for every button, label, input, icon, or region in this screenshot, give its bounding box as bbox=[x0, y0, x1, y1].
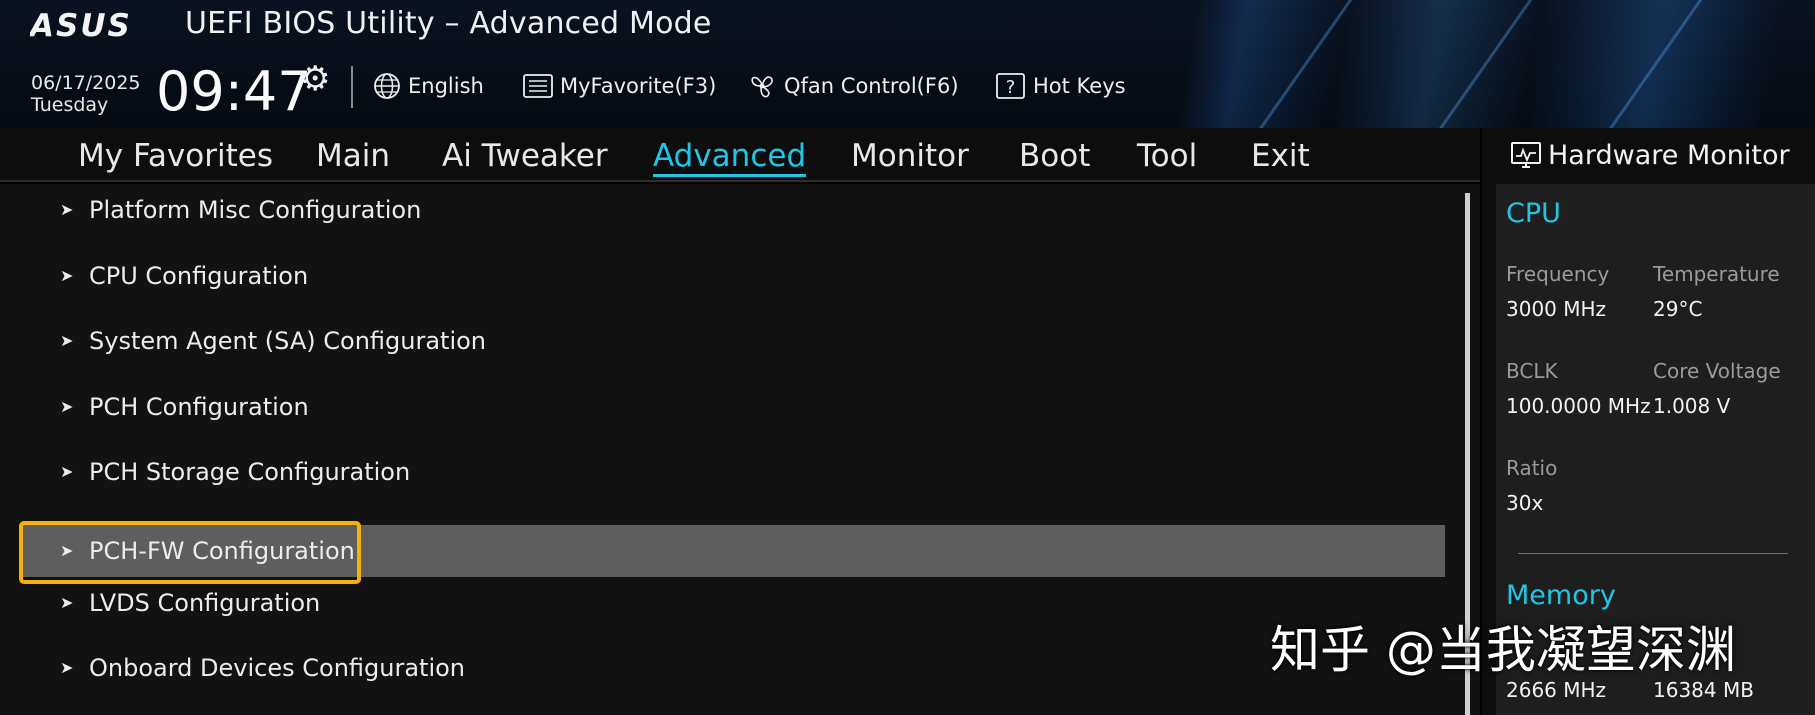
tab-ai-tweaker[interactable]: Ai Tweaker bbox=[442, 138, 608, 174]
core-voltage-value: 1.008 V bbox=[1653, 394, 1731, 418]
hot-keys-button[interactable]: ? Hot Keys bbox=[995, 72, 1126, 100]
menu-item-pch-storage[interactable]: ➤ PCH Storage Configuration bbox=[0, 446, 1445, 498]
clock: 09:47 bbox=[156, 60, 312, 123]
chevron-right-icon: ➤ bbox=[60, 266, 74, 285]
chevron-right-icon: ➤ bbox=[60, 397, 74, 416]
bclk-label: BCLK bbox=[1506, 359, 1558, 383]
menu-item-label: LVDS Configuration bbox=[89, 589, 321, 617]
language-label: English bbox=[408, 74, 484, 98]
asus-logo: ASUS bbox=[30, 10, 132, 40]
menu-item-onboard-devices[interactable]: ➤ Onboard Devices Configuration bbox=[0, 642, 1445, 694]
svg-text:?: ? bbox=[1006, 77, 1016, 98]
divider bbox=[351, 66, 353, 108]
chevron-right-icon: ➤ bbox=[60, 658, 74, 677]
chevron-right-icon: ➤ bbox=[60, 593, 74, 612]
language-button[interactable]: English bbox=[372, 72, 484, 100]
menu-item-lvds-configuration[interactable]: ➤ LVDS Configuration bbox=[0, 577, 1445, 629]
header-decoration bbox=[1242, 0, 1361, 128]
tab-tool[interactable]: Tool bbox=[1137, 138, 1197, 174]
cpu-frequency-value: 3000 MHz bbox=[1506, 297, 1607, 321]
fan-icon bbox=[751, 76, 773, 98]
chevron-right-icon: ➤ bbox=[60, 331, 74, 350]
tab-my-favorites[interactable]: My Favorites bbox=[78, 138, 273, 174]
menu-item-pch-configuration[interactable]: ➤ PCH Configuration bbox=[0, 381, 1445, 433]
gear-icon[interactable]: ⚙ bbox=[300, 62, 330, 96]
tab-advanced[interactable]: Advanced bbox=[653, 138, 807, 177]
section-divider bbox=[1518, 553, 1788, 554]
myfavorite-button[interactable]: MyFavorite(F3) bbox=[522, 72, 716, 100]
date-text: 06/17/2025 bbox=[31, 72, 141, 94]
date-display: 06/17/2025 Tuesday bbox=[31, 72, 141, 116]
tab-exit[interactable]: Exit bbox=[1251, 138, 1310, 174]
menu-item-label: Platform Misc Configuration bbox=[89, 196, 422, 224]
tab-boot[interactable]: Boot bbox=[1019, 138, 1090, 174]
cpu-frequency-label: Frequency bbox=[1506, 262, 1610, 286]
menu-item-label: PCH Configuration bbox=[89, 393, 309, 421]
ratio-label: Ratio bbox=[1506, 456, 1558, 480]
header-decoration bbox=[1422, 0, 1541, 128]
watermark-text: 知乎 @当我凝望深渊 bbox=[1270, 621, 1736, 679]
cpu-heading: CPU bbox=[1506, 198, 1561, 229]
ratio-value: 30x bbox=[1506, 491, 1544, 515]
qfan-control-button[interactable]: Qfan Control(F6) bbox=[746, 72, 959, 100]
globe-icon bbox=[374, 73, 400, 99]
tab-monitor[interactable]: Monitor bbox=[851, 138, 969, 174]
memory-heading: Memory bbox=[1506, 580, 1616, 611]
menu-item-label: System Agent (SA) Configuration bbox=[89, 327, 487, 355]
header-decoration bbox=[1592, 0, 1711, 128]
qfan-control-label: Qfan Control(F6) bbox=[784, 74, 959, 98]
selection-highlight bbox=[19, 521, 361, 584]
main-tab-bar: My Favorites Main Ai Tweaker Advanced Mo… bbox=[0, 128, 1480, 182]
question-icon: ? bbox=[996, 73, 1025, 99]
chevron-right-icon: ➤ bbox=[60, 462, 74, 481]
menu-item-cpu-configuration[interactable]: ➤ CPU Configuration bbox=[0, 250, 1445, 302]
svg-text:ASUS: ASUS bbox=[30, 10, 132, 40]
menu-item-platform-misc[interactable]: ➤ Platform Misc Configuration bbox=[0, 184, 1445, 236]
hot-keys-label: Hot Keys bbox=[1033, 74, 1126, 98]
header-bar: ASUS UEFI BIOS Utility – Advanced Mode 0… bbox=[0, 0, 1815, 128]
menu-item-label: PCH Storage Configuration bbox=[89, 458, 411, 486]
bclk-value: 100.0000 MHz bbox=[1506, 394, 1651, 418]
advanced-menu-list: ➤ Platform Misc Configuration ➤ CPU Conf… bbox=[0, 184, 1480, 715]
day-text: Tuesday bbox=[31, 94, 109, 116]
app-title: UEFI BIOS Utility – Advanced Mode bbox=[185, 6, 712, 41]
menu-item-label: Onboard Devices Configuration bbox=[89, 654, 466, 682]
chevron-right-icon: ➤ bbox=[60, 200, 74, 219]
tab-main[interactable]: Main bbox=[316, 138, 390, 174]
hardware-monitor-title-text: Hardware Monitor bbox=[1548, 140, 1790, 171]
menu-item-system-agent[interactable]: ➤ System Agent (SA) Configuration bbox=[0, 315, 1445, 367]
cpu-temperature-value: 29°C bbox=[1653, 297, 1703, 321]
monitor-icon bbox=[1511, 141, 1541, 168]
myfavorite-label: MyFavorite(F3) bbox=[560, 74, 717, 98]
favorite-list-icon bbox=[523, 74, 553, 98]
cpu-temperature-label: Temperature bbox=[1653, 262, 1780, 286]
hardware-monitor-title: Hardware Monitor bbox=[1510, 140, 1790, 171]
core-voltage-label: Core Voltage bbox=[1653, 359, 1781, 383]
menu-item-label: CPU Configuration bbox=[89, 262, 309, 290]
